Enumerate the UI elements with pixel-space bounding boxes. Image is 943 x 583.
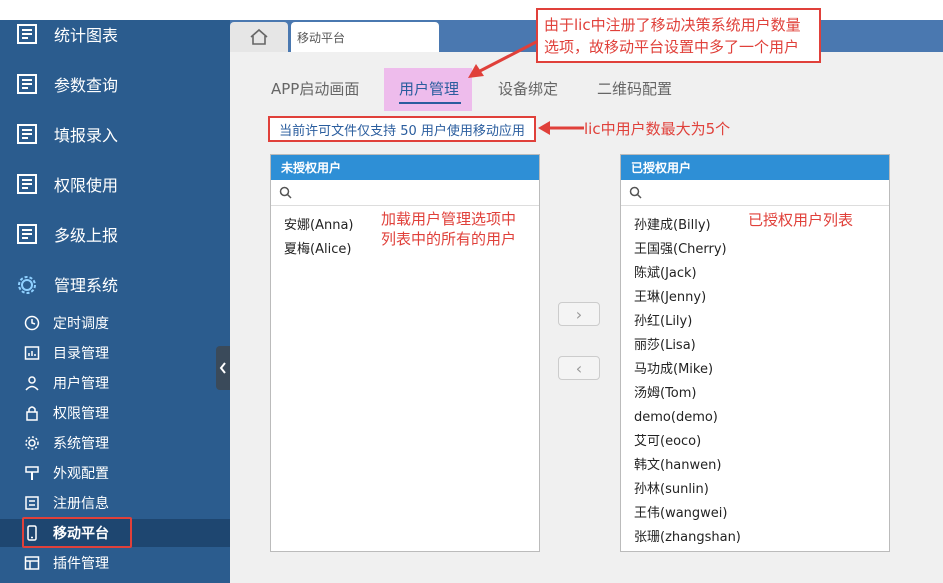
sidebar-collapse-handle[interactable] [216, 346, 230, 390]
subtab-active-indicator [399, 102, 461, 104]
sidebar-subitem-label: 用户管理 [53, 376, 109, 392]
gear-icon [25, 436, 39, 450]
annotation-arrow [538, 121, 584, 135]
list-item[interactable]: demo(demo) [634, 406, 889, 430]
lock-icon [26, 406, 38, 421]
report-icon [17, 24, 37, 44]
report-icon [17, 124, 37, 144]
sidebar-subitem-label: 定时调度 [53, 316, 109, 332]
list-item[interactable]: 孙林(sunlin) [634, 478, 889, 502]
annotation-line: 选项，故移动平台设置中多了一个用户 [544, 38, 800, 56]
brush-icon [25, 466, 39, 480]
sidebar-subitem-label: 权限管理 [53, 406, 109, 422]
sidebar: 统计图表 参数查询 填报录入 权限使用 多级上报 管理系统 定时调度 目录管理 … [0, 0, 230, 583]
authorized-user-list: 孙建成(Billy) 王国强(Cherry) 陈斌(Jack) 王琳(Jenny… [621, 206, 889, 550]
list-item[interactable]: 马功成(Mike) [634, 358, 889, 382]
sidebar-subitem-label: 外观配置 [53, 466, 109, 482]
sidebar-item-multilevel[interactable]: 多级上报 [0, 214, 230, 254]
user-icon [25, 376, 39, 391]
move-right-button[interactable]: › [558, 302, 600, 326]
sidebar-item-management[interactable]: 管理系统 [0, 264, 230, 304]
clock-icon [24, 315, 40, 331]
annotation-highlight-box [22, 517, 132, 548]
search-input[interactable] [621, 180, 889, 206]
list-item[interactable]: 王伟(wangwei) [634, 502, 889, 526]
subtab-qrcode-config[interactable]: 二维码配置 [597, 78, 672, 99]
subtab-user-management[interactable]: 用户管理 [399, 78, 459, 99]
panel-title: 未授权用户 [271, 155, 539, 180]
license-notice: 当前许可文件仅支持 50 用户使用移动应用 [268, 116, 536, 142]
annotation-line: 加载用户管理选项中 [381, 210, 517, 228]
sidebar-item-label: 权限使用 [54, 176, 119, 195]
list-item[interactable]: 汤姆(Tom) [634, 382, 889, 406]
annotation-callout: 由于lic中注册了移动决策系统用户数量 选项，故移动平台设置中多了一个用户 [536, 8, 821, 63]
annotation-line: 列表中的所有的用户 [381, 230, 517, 248]
home-icon [250, 28, 268, 45]
panel-title: 已授权用户 [621, 155, 889, 180]
register-icon [25, 496, 39, 510]
sidebar-subitem-users[interactable]: 用户管理 [0, 369, 230, 397]
annotation-lic-max: lic中用户数最大为5个 [584, 120, 731, 138]
sidebar-item-permission-use[interactable]: 权限使用 [0, 164, 230, 204]
sidebar-subitem-permissions[interactable]: 权限管理 [0, 399, 230, 427]
sidebar-subitem-label: 注册信息 [53, 496, 109, 512]
sidebar-subitem-directory[interactable]: 目录管理 [0, 339, 230, 367]
subtab-app-splash[interactable]: APP启动画面 [271, 78, 359, 99]
list-item[interactable]: 张珊(zhangshan) [634, 526, 889, 550]
sidebar-item-label: 统计图表 [54, 26, 119, 45]
folder-chart-icon [24, 346, 40, 360]
list-item[interactable]: 王国强(Cherry) [634, 238, 889, 262]
sidebar-subitem-label: 目录管理 [53, 346, 109, 362]
list-item[interactable]: 丽莎(Lisa) [634, 334, 889, 358]
list-item[interactable]: 王琳(Jenny) [634, 286, 889, 310]
sidebar-subitem-label: 插件管理 [53, 556, 109, 572]
list-item[interactable]: 韩文(hanwen) [634, 454, 889, 478]
gear-cluster-icon [18, 276, 36, 294]
annotation-line: 由于lic中注册了移动决策系统用户数量 [544, 16, 801, 34]
annotation-right-note: 已授权用户列表 [748, 211, 854, 229]
main-content: APP启动画面 用户管理 设备绑定 二维码配置 当前许可文件仅支持 50 用户使… [230, 52, 943, 583]
home-tab[interactable] [230, 22, 288, 52]
sidebar-subitem-system[interactable]: 系统管理 [0, 429, 230, 457]
list-item[interactable]: 艾可(eoco) [634, 430, 889, 454]
search-icon [629, 186, 642, 199]
move-left-button[interactable]: ‹ [558, 356, 600, 380]
report-icon [17, 224, 37, 244]
list-item[interactable]: 孙红(Lily) [634, 310, 889, 334]
annotation-arrow [468, 38, 541, 78]
sidebar-item-fill[interactable]: 填报录入 [0, 114, 230, 154]
report-icon [17, 174, 37, 194]
sidebar-subitem-appearance[interactable]: 外观配置 [0, 459, 230, 487]
sidebar-subitem-plugins[interactable]: 插件管理 [0, 549, 230, 577]
tab-mobile-platform[interactable]: 移动平台 [291, 22, 439, 52]
annotation-left-note: 加载用户管理选项中 列表中的所有的用户 [381, 209, 516, 249]
chevron-left-icon [219, 362, 226, 374]
report-icon [17, 74, 37, 94]
search-icon [279, 186, 292, 199]
search-input[interactable] [271, 180, 539, 206]
sidebar-subitem-label: 系统管理 [53, 436, 109, 452]
sidebar-subitem-schedule[interactable]: 定时调度 [0, 309, 230, 337]
sidebar-item-label: 填报录入 [54, 126, 119, 145]
sidebar-subitem-registration[interactable]: 注册信息 [0, 489, 230, 517]
sidebar-item-charts[interactable]: 统计图表 [0, 14, 230, 54]
list-item[interactable]: 陈斌(Jack) [634, 262, 889, 286]
sidebar-item-label: 管理系统 [54, 276, 119, 295]
sidebar-item-label: 参数查询 [54, 76, 119, 95]
plugin-icon [24, 556, 40, 570]
sidebar-item-query[interactable]: 参数查询 [0, 64, 230, 104]
sidebar-item-label: 多级上报 [54, 226, 119, 245]
